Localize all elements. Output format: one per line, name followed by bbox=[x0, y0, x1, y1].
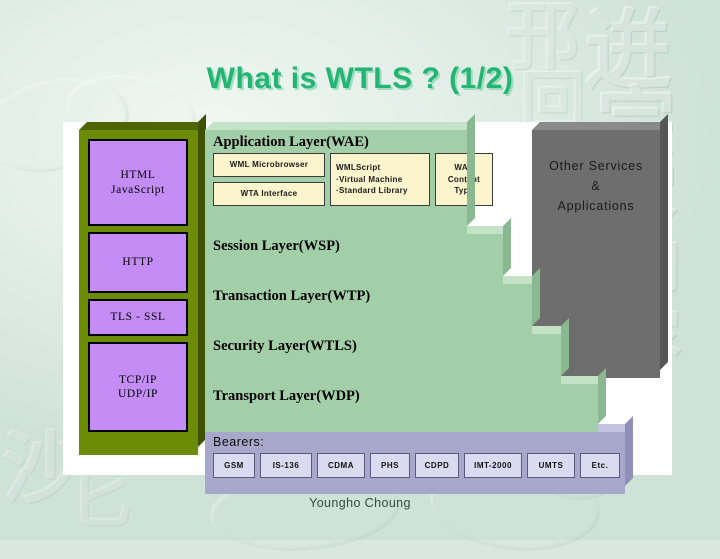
layer-band-application: Application Layer(WAE) WML Microbrowser … bbox=[205, 130, 493, 234]
other-services-line3: Applications bbox=[557, 199, 635, 213]
stack-box-html-javascript: HTML JavaScript bbox=[88, 139, 188, 226]
bearers-label: Bearers: bbox=[213, 435, 265, 449]
stack-box-line2: UDP/IP bbox=[117, 388, 159, 400]
application-layer-components: WML Microbrowser WTA Interface WMLScript… bbox=[213, 153, 493, 206]
wap-content-line1: WAP bbox=[454, 163, 474, 173]
component-wta-interface: WTA Interface bbox=[213, 182, 325, 206]
stack-box-http: HTTP bbox=[88, 232, 188, 293]
bearer-box: CDPD bbox=[415, 453, 459, 478]
bearer-box: UMTS bbox=[527, 453, 575, 478]
slide-footer: Youngho Choung bbox=[309, 496, 411, 510]
wmlscript-title: WMLScript bbox=[336, 163, 381, 173]
layer-title: Security Layer(WTLS) bbox=[213, 338, 357, 354]
bearer-box: CDMA bbox=[317, 453, 365, 478]
layer-title: Session Layer(WSP) bbox=[213, 238, 340, 254]
component-column-browser: WML Microbrowser WTA Interface bbox=[213, 153, 325, 206]
wap-content-line3: Type bbox=[454, 186, 474, 196]
other-services-line2: & bbox=[591, 179, 601, 193]
stack-box-tls-ssl: TLS - SSL bbox=[88, 299, 188, 336]
other-services-line1: Other Services bbox=[549, 159, 643, 173]
component-wmlscript: WMLScript ·Virtual Machine ·Standard Lib… bbox=[330, 153, 430, 206]
figure-panel: HTML JavaScript HTTP TLS - SSL TCP/IP UD… bbox=[63, 122, 672, 494]
wap-content-line2: Content bbox=[447, 174, 481, 184]
wmlscript-item-virtual-machine: ·Virtual Machine bbox=[336, 174, 403, 184]
component-wml-microbrowser: WML Microbrowser bbox=[213, 153, 325, 177]
page-title: What is WTLS ? (1/2) bbox=[206, 62, 514, 95]
wap-protocol-stack: Other Services & Applications Applicatio… bbox=[205, 130, 660, 494]
layer-band-security: Security Layer(WTLS) bbox=[205, 334, 561, 384]
stack-box-line1: TLS - SSL bbox=[110, 311, 166, 324]
component-wap-content-type: WAP Content Type bbox=[435, 153, 493, 206]
layer-band-transaction: Transaction Layer(WTP) bbox=[205, 284, 532, 334]
internet-stack-column: HTML JavaScript HTTP TLS - SSL TCP/IP UD… bbox=[79, 130, 198, 455]
stack-box-line1: HTML bbox=[120, 169, 156, 182]
bearer-box: IMT-2000 bbox=[464, 453, 522, 478]
stack-box-tcpip-udpip: TCP/IP UDP/IP bbox=[88, 342, 188, 432]
layer-title: Transport Layer(WDP) bbox=[213, 388, 360, 404]
stack-box-line2: JavaScript bbox=[111, 183, 165, 196]
wmlscript-item-standard-library: ·Standard Library bbox=[336, 186, 408, 196]
layer-band-session: Session Layer(WSP) bbox=[205, 234, 503, 284]
bearer-box: GSM bbox=[213, 453, 255, 478]
layer-band-bearers: Bearers: GSM IS-136 CDMA PHS CDPD IMT-2000 UMT… bbox=[205, 432, 625, 494]
stack-box-line1: TCP/IP bbox=[118, 373, 158, 386]
bearer-box: IS-136 bbox=[260, 453, 312, 478]
bearer-box: Etc. bbox=[580, 453, 620, 478]
bearer-box: PHS bbox=[370, 453, 410, 478]
slide-canvas: 逬 宗 容 卯 容 邘 回 沙 匕 What is WTLS ? (1/2) H… bbox=[0, 0, 720, 540]
stack-box-line1: HTTP bbox=[122, 256, 154, 269]
layer-title: Transaction Layer(WTP) bbox=[213, 288, 371, 304]
layer-band-transport: Transport Layer(WDP) bbox=[205, 384, 598, 432]
layer-title: Application Layer(WAE) bbox=[213, 134, 369, 150]
bearers-list: GSM IS-136 CDMA PHS CDPD IMT-2000 UMTS Etc. bbox=[205, 449, 625, 478]
